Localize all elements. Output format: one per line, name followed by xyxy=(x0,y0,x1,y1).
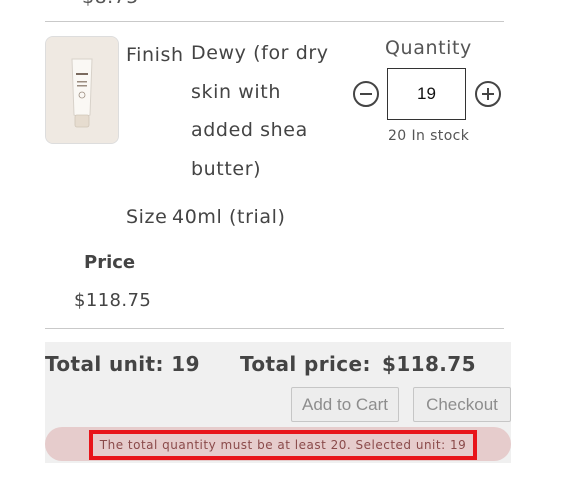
product-image xyxy=(45,36,119,144)
quantity-increase-button[interactable] xyxy=(474,80,502,108)
finish-value: Dewy (for dry skin with added shea butte… xyxy=(191,42,329,180)
size-value: 40ml (trial) xyxy=(172,206,286,228)
finish-label: Finish xyxy=(126,44,184,66)
total-price-label: Total price: xyxy=(240,352,371,376)
stock-text: 20 In stock xyxy=(388,128,470,144)
cart-summary: Total unit: 19 Total price: $118.75 Add … xyxy=(45,342,511,463)
divider-bottom xyxy=(45,328,504,329)
quantity-input[interactable] xyxy=(387,68,466,120)
total-price-value: $118.75 xyxy=(382,352,476,376)
previous-item-price: $8.75 xyxy=(82,0,139,8)
size-label: Size xyxy=(126,206,168,228)
alert-highlight: The total quantity must be at least 20. … xyxy=(89,430,477,460)
quantity-title: Quantity xyxy=(385,37,472,59)
total-unit: Total unit: 19 xyxy=(45,352,200,376)
checkout-button[interactable]: Checkout xyxy=(413,387,511,422)
minus-circle-icon xyxy=(353,81,379,107)
price-label: Price xyxy=(84,252,136,273)
plus-circle-icon xyxy=(475,81,501,107)
price-value: $118.75 xyxy=(74,290,152,311)
divider-top xyxy=(45,21,504,22)
add-to-cart-button[interactable]: Add to Cart xyxy=(291,387,399,422)
quantity-decrease-button[interactable] xyxy=(352,80,380,108)
cart-page: $8.75 Finish Dewy (for dry skin with add… xyxy=(0,0,571,477)
alert-message: The total quantity must be at least 20. … xyxy=(99,438,467,452)
